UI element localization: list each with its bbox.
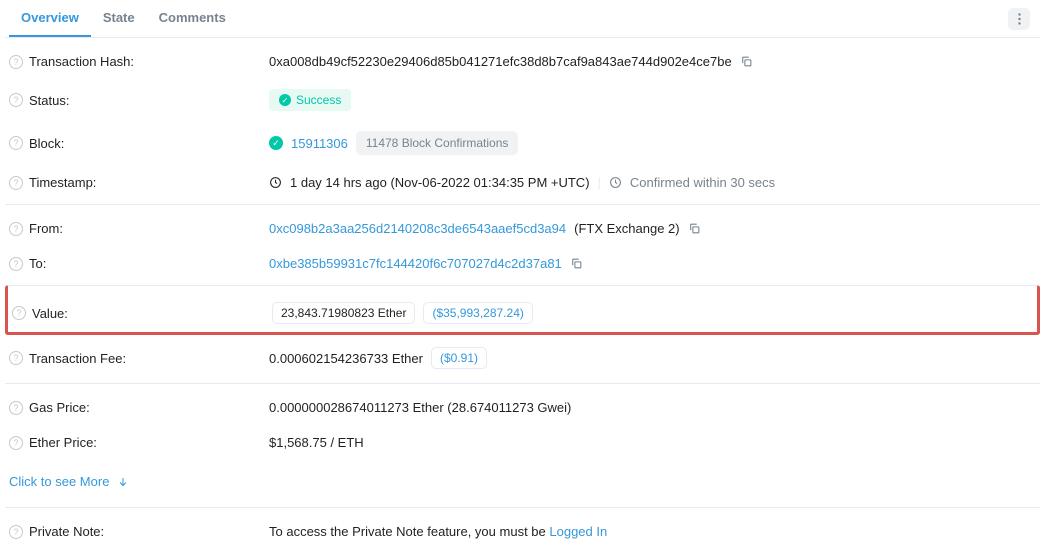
help-icon[interactable]: ? — [9, 436, 23, 450]
row-etherprice: ? Ether Price: $1,568.75 / ETH — [5, 425, 1040, 460]
label-txfee: Transaction Fee: — [29, 351, 126, 366]
label-block: Block: — [29, 136, 64, 151]
status-badge: ✓ Success — [269, 89, 351, 111]
block-link[interactable]: 15911306 — [291, 136, 348, 151]
block-confirmations: 11478 Block Confirmations — [356, 131, 519, 155]
label-status: Status: — [29, 93, 69, 108]
help-icon[interactable]: ? — [9, 176, 23, 190]
help-icon[interactable]: ? — [9, 257, 23, 271]
row-more: Click to see More — [5, 460, 1040, 503]
help-icon[interactable]: ? — [9, 93, 23, 107]
label-timestamp: Timestamp: — [29, 175, 96, 190]
txfee-eth: 0.000602154236733 Ether — [269, 351, 423, 366]
txhash-value: 0xa008db49cf52230e29406d85b041271efc38d8… — [269, 54, 732, 69]
label-privatenote: Private Note: — [29, 524, 104, 539]
tabs: Overview State Comments — [5, 0, 1040, 38]
row-from: ? From: 0xc098b2a3aa256d2140208c3de6543aa… — [5, 204, 1040, 246]
row-to: ? To: 0xbe385b59931c7fc144420f6c707027d4c… — [5, 246, 1040, 281]
gasprice-value: 0.000000028674011273 Ether (28.674011273… — [269, 400, 571, 415]
help-icon[interactable]: ? — [12, 306, 26, 320]
more-menu-button[interactable] — [1008, 8, 1030, 30]
arrow-down-icon — [117, 476, 129, 488]
copy-icon[interactable] — [740, 55, 753, 68]
label-from: From: — [29, 221, 63, 236]
row-timestamp: ? Timestamp: 1 day 14 hrs ago (Nov-06-202… — [5, 165, 1040, 200]
separator: | — [598, 175, 601, 190]
check-icon: ✓ — [269, 136, 283, 150]
help-icon[interactable]: ? — [9, 136, 23, 150]
row-txfee: ? Transaction Fee: 0.000602154236733 Ethe… — [5, 337, 1040, 379]
copy-icon[interactable] — [570, 257, 583, 270]
row-txhash: ? Transaction Hash: 0xa008db49cf52230e294… — [5, 44, 1040, 79]
see-more-text: Click to see More — [9, 474, 109, 489]
row-privatenote: ? Private Note: To access the Private Not… — [5, 507, 1040, 549]
status-text: Success — [296, 93, 341, 107]
to-address-link[interactable]: 0xbe385b59931c7fc144420f6c707027d4c2d37a… — [269, 256, 562, 271]
privatenote-text: To access the Private Note feature, you … — [269, 524, 549, 539]
row-block: ? Block: ✓ 15911306 11478 Block Confirmat… — [5, 121, 1040, 165]
txfee-usd: ($0.91) — [431, 347, 487, 369]
row-gasprice: ? Gas Price: 0.000000028674011273 Ether (… — [5, 383, 1040, 425]
label-to: To: — [29, 256, 46, 271]
logged-in-link[interactable]: Logged In — [549, 524, 607, 539]
timestamp-confirmed: Confirmed within 30 secs — [630, 175, 775, 190]
label-gasprice: Gas Price: — [29, 400, 90, 415]
tab-state[interactable]: State — [91, 0, 147, 37]
label-etherprice: Ether Price: — [29, 435, 97, 450]
from-address-link[interactable]: 0xc098b2a3aa256d2140208c3de6543aaef5cd3a… — [269, 221, 566, 236]
clock-icon — [269, 176, 282, 189]
help-icon[interactable]: ? — [9, 525, 23, 539]
help-icon[interactable]: ? — [9, 55, 23, 69]
check-icon: ✓ — [279, 94, 291, 106]
row-value: ? Value: 23,843.71980823 Ether ($35,993,2… — [5, 285, 1040, 335]
tab-overview[interactable]: Overview — [9, 0, 91, 37]
value-usd: ($35,993,287.24) — [423, 302, 532, 324]
help-icon[interactable]: ? — [9, 351, 23, 365]
row-status: ? Status: ✓ Success — [5, 79, 1040, 121]
help-icon[interactable]: ? — [9, 401, 23, 415]
clock-icon — [609, 176, 622, 189]
value-eth: 23,843.71980823 Ether — [272, 302, 415, 324]
tab-comments[interactable]: Comments — [147, 0, 238, 37]
label-txhash: Transaction Hash: — [29, 54, 134, 69]
label-value: Value: — [32, 306, 68, 321]
timestamp-ago: 1 day 14 hrs ago (Nov-06-2022 01:34:35 P… — [290, 175, 590, 190]
etherprice-value: $1,568.75 / ETH — [269, 435, 364, 450]
see-more-link[interactable]: Click to see More — [9, 474, 129, 489]
copy-icon[interactable] — [688, 222, 701, 235]
help-icon[interactable]: ? — [9, 222, 23, 236]
from-name: (FTX Exchange 2) — [574, 221, 680, 236]
